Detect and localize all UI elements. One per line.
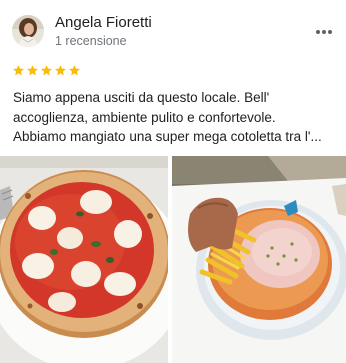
review-text-line: accoglienza, ambiente pulito e confortev… xyxy=(13,109,276,125)
review-text-line: Abbiamo mangiato una super mega cotolett… xyxy=(13,129,322,144)
review-text[interactable]: Siamo appena usciti da questo locale. Be… xyxy=(13,88,341,147)
avatar-photo-icon xyxy=(12,15,44,47)
reviewer-name[interactable]: Angela Fioretti xyxy=(55,14,152,32)
review-photo-pizza[interactable] xyxy=(0,156,168,363)
reviewer-review-count: 1 recensione xyxy=(55,34,127,48)
more-vert-icon xyxy=(316,30,332,34)
star-rating xyxy=(12,63,81,79)
review-text-line: Siamo appena usciti da questo locale. Be… xyxy=(13,90,270,105)
cutlet-photo-icon xyxy=(172,156,346,363)
avatar[interactable] xyxy=(12,15,44,47)
star-icon xyxy=(41,65,52,76)
pizza-photo-icon xyxy=(0,156,168,363)
review-header: Angela Fioretti 1 recensione xyxy=(0,0,346,56)
review-card: Angela Fioretti 1 recensione Siamo appen… xyxy=(0,0,346,363)
more-options-button[interactable] xyxy=(308,20,340,44)
star-icon xyxy=(13,65,24,76)
review-photo-cutlet[interactable] xyxy=(172,156,346,363)
star-icon xyxy=(27,65,38,76)
star-icon xyxy=(69,65,80,76)
star-icon xyxy=(55,65,66,76)
